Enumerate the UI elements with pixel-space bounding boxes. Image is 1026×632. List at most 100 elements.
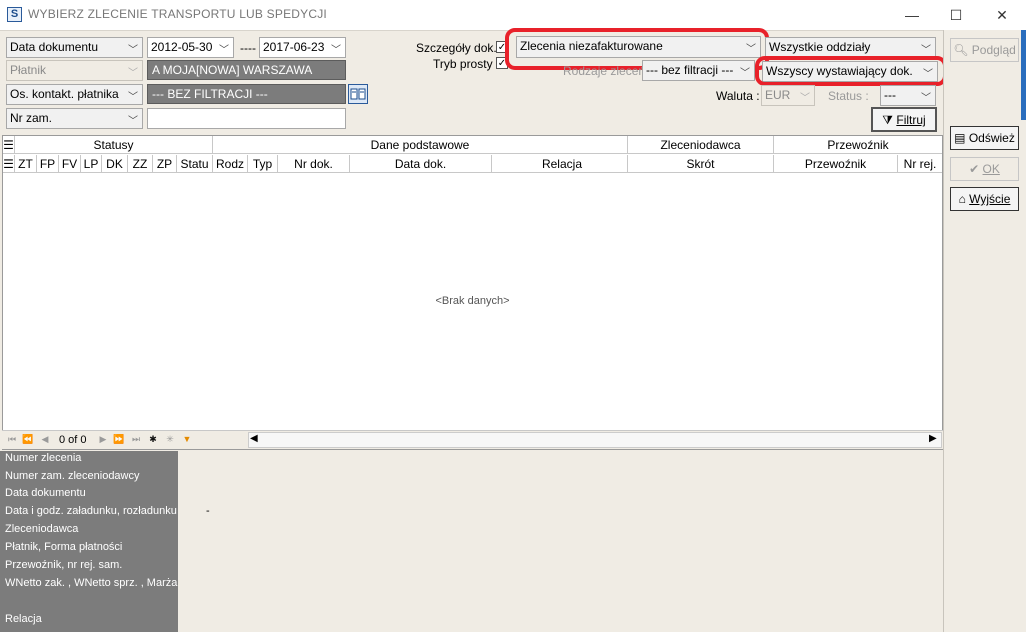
col-header-status[interactable]: Statu [177,155,213,173]
chevron-down-icon: ﹀ [740,68,750,79]
col-header-doc-date[interactable]: Data dok. [350,155,492,173]
chevron-down-icon: ﹀ [128,45,138,56]
col-header-zp[interactable]: ZP [153,155,177,173]
col-header-short[interactable]: Skrót [628,155,774,173]
detail-client: Zleceniodawca [5,523,79,535]
order-kinds-select[interactable]: --- bez filtracji --- ﹀ [642,60,755,81]
status-label: Status : [828,89,869,103]
date-from-input[interactable]: 2012-05-30 ﹀ [147,37,234,58]
payer-field[interactable]: A MOJA[NOWA] WARSZAWA [147,60,346,80]
column-menu-icon[interactable]: ☰ [3,155,15,173]
currency-label: Waluta : [716,89,760,103]
col-header-type[interactable]: Typ [248,155,278,173]
date-to-value: 2017-06-23 [263,40,325,54]
window-edge-accent [1021,30,1026,120]
col-header-carrier[interactable]: Przewoźnik [774,155,898,173]
detail-carrier: Przewoźnik, nr rej. sam. [5,559,123,571]
chevron-down-icon: ﹀ [800,93,810,104]
payer-type-select[interactable]: Płatnik ﹀ [6,60,143,81]
date-separator: ---- [240,41,256,55]
app-icon: S [7,7,22,22]
refresh-icon: ▤ [954,131,966,145]
detail-payer: Płatnik, Forma płatności [5,541,123,553]
last-record-icon[interactable]: ⏭ [130,432,142,446]
preview-button[interactable]: 🔍︎ Podgląd [950,38,1019,62]
append-record-icon[interactable]: ✳ [164,432,176,446]
detail-client-order-number: Numer zam. zleceniodawcy [5,470,140,482]
order-no-type-select[interactable]: Nr zam. ﹀ [6,108,143,129]
magnifier-icon: 🔍︎ [953,43,969,57]
refresh-label: Odśwież [968,131,1015,145]
close-button[interactable]: ✕ [990,4,1014,26]
insert-record-icon[interactable]: ✱ [147,432,159,446]
funnel-icon: ⧩ [882,113,894,127]
chevron-down-icon: ﹀ [219,45,229,56]
col-header-zz[interactable]: ZZ [128,155,153,173]
date-type-value: Data dokumentu [10,40,99,54]
status-select[interactable]: --- ﹀ [880,85,936,106]
status-value: --- [884,88,896,102]
order-no-input[interactable] [147,108,346,129]
home-icon: ⌂ [958,192,966,206]
group-header-carrier: Przewoźnik [774,136,942,154]
detail-net-values: WNetto zak. , WNetto sprz. , Marża [5,577,178,589]
col-header-relation[interactable]: Relacja [492,155,628,173]
orders-grid[interactable] [2,135,943,450]
filter-button[interactable]: ⧩ Filtruj [871,107,937,132]
grid-menu-icon[interactable]: ☰ [3,136,15,154]
next-record-icon[interactable]: ▶ [97,432,109,446]
group-header-statuses: Statusy [15,136,213,154]
actions-panel [943,30,1026,632]
chevron-down-icon: ﹀ [128,92,138,103]
highlight-issuers [755,56,947,86]
col-header-fv[interactable]: FV [59,155,81,173]
group-header-client: Zleceniodawca [628,136,774,154]
detail-loading-date: Data i godz. załadunku, rozładunku [5,505,177,517]
details-values-panel [178,451,943,632]
exit-button[interactable]: ⌂ Wyjście [950,187,1019,211]
scroll-left-icon[interactable]: ◀ [250,433,258,444]
detail-order-number: Numer zlecenia [5,452,82,464]
book-lookup-button[interactable] [348,84,368,104]
chevron-down-icon: ﹀ [921,45,931,56]
horizontal-scrollbar[interactable] [248,432,942,448]
col-header-doc-no[interactable]: Nr dok. [278,155,350,173]
contact-label: Os. kontakt. płatnika [10,87,119,101]
col-header-kind[interactable]: Rodz [213,155,248,173]
book-icon [350,88,366,100]
preview-label: Podgląd [971,43,1016,57]
contact-type-select[interactable]: Os. kontakt. płatnika ﹀ [6,84,143,105]
date-from-value: 2012-05-30 [151,40,213,54]
refresh-button[interactable]: ▤ Odśwież [950,126,1019,150]
chevron-down-icon: ﹀ [128,116,138,127]
ok-button[interactable]: ✔ OK [950,157,1019,181]
col-header-fp[interactable]: FP [37,155,59,173]
col-header-dk[interactable]: DK [102,155,128,173]
minimize-button[interactable]: — [900,4,924,26]
branches-select[interactable]: Wszystkie oddziały ﹀ [765,37,936,58]
currency-select[interactable]: EUR ﹀ [761,85,815,106]
branches-value: Wszystkie oddziały [769,40,871,54]
contact-field[interactable]: --- BEZ FILTRACJI --- [147,84,346,104]
col-header-zt[interactable]: ZT [15,155,37,173]
details-label: Szczegóły dok. [416,41,497,55]
simple-mode-label: Tryb prosty [433,57,493,71]
maximize-button[interactable]: ☐ [944,4,968,26]
order-kinds-value: --- bez filtracji --- [646,63,734,77]
scroll-right-icon[interactable]: ▶ [929,433,937,444]
first-record-icon[interactable]: ⏮ [6,432,18,446]
date-to-input[interactable]: 2017-06-23 ﹀ [259,37,346,58]
chevron-down-icon: ﹀ [128,68,138,79]
filter-record-icon[interactable]: ▼ [181,432,193,446]
pager-text: 0 of 0 [59,434,87,446]
detail-relation: Relacja [5,613,42,625]
date-type-select[interactable]: Data dokumentu ﹀ [6,37,143,58]
col-header-lp[interactable]: LP [81,155,102,173]
prev-page-icon[interactable]: ⏪ [22,432,34,446]
chevron-down-icon: ﹀ [331,45,341,56]
payer-label: Płatnik [10,63,47,77]
next-page-icon[interactable]: ⏩ [113,432,125,446]
prev-record-icon[interactable]: ◀ [39,432,51,446]
col-header-reg-no[interactable]: Nr rej. [898,155,942,173]
currency-value: EUR [765,88,791,102]
